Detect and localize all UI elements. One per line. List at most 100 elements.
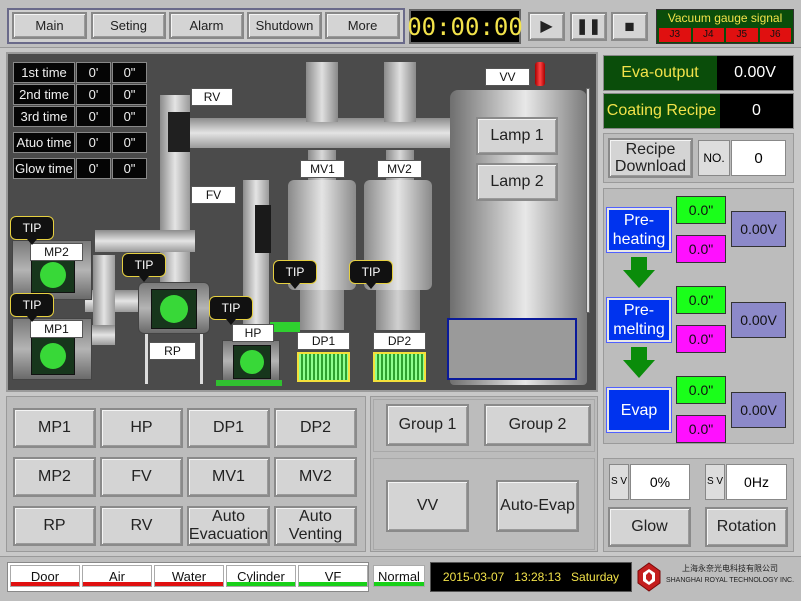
- time-min-3: 0': [76, 106, 111, 127]
- fv-tag[interactable]: FV: [191, 186, 236, 204]
- coating-recipe-value: 0: [720, 94, 793, 128]
- mp2-tag[interactable]: MP2: [30, 243, 83, 261]
- vv-tag[interactable]: VV: [485, 68, 530, 86]
- stop-button[interactable]: ■: [611, 12, 648, 41]
- mp2-button[interactable]: MP2: [13, 457, 96, 497]
- down-arrow-icon: [623, 360, 655, 378]
- arrow-stem-2: [631, 347, 647, 361]
- dp2-tag[interactable]: DP2: [373, 332, 426, 350]
- lamp1-button[interactable]: Lamp 1: [476, 117, 558, 155]
- group2-button[interactable]: Group 2: [484, 404, 591, 446]
- dp2-button[interactable]: DP2: [274, 408, 357, 448]
- dp1-tag[interactable]: DP1: [297, 332, 350, 350]
- status-normal: Normal: [373, 565, 425, 587]
- hp-tag[interactable]: HP: [232, 324, 274, 342]
- time-label-glow: Glow time: [13, 158, 75, 179]
- dp1-heater: [297, 352, 350, 382]
- rotation-button[interactable]: Rotation: [705, 507, 788, 547]
- vacuum-channel-j4: J4: [692, 28, 724, 42]
- vv-button[interactable]: VV: [386, 480, 469, 532]
- dp2-base: [376, 290, 420, 330]
- preheating-voltage: 0.00V: [731, 211, 786, 247]
- play-icon: ▶: [540, 17, 553, 35]
- rv-button[interactable]: RV: [100, 506, 183, 546]
- dp1-base: [300, 290, 344, 330]
- mp1-tag[interactable]: MP1: [30, 320, 83, 338]
- play-button[interactable]: ▶: [528, 12, 565, 41]
- hp-base: [216, 380, 282, 386]
- fv-button[interactable]: FV: [100, 457, 183, 497]
- mv1-tag[interactable]: MV1: [300, 160, 345, 178]
- eva-output-label: Eva-output: [621, 64, 699, 81]
- vv-indicator-icon: [535, 62, 545, 86]
- tip-dp2: TIP: [349, 260, 393, 289]
- mv2-button[interactable]: MV2: [274, 457, 357, 497]
- auto-venting-button[interactable]: Auto Venting: [274, 506, 357, 546]
- pause-button[interactable]: ❚❚: [570, 12, 607, 41]
- arrow-stem-1: [631, 257, 647, 271]
- down-arrow-icon: [623, 270, 655, 288]
- vacuum-gauge-panel: Vacuum gauge signal J3 J4 J5 J6: [656, 9, 794, 44]
- eva-output-panel: Eva-output 0.00V: [603, 55, 794, 91]
- hp-pump: [222, 340, 280, 382]
- auto-evacuation-button[interactable]: Auto Evacuation: [187, 506, 270, 546]
- time-label-auto: Atuo time: [13, 132, 75, 153]
- premelting-time1: 0.0": [676, 286, 726, 314]
- nav-more-button[interactable]: More: [325, 12, 400, 39]
- lamp2-button[interactable]: Lamp 2: [476, 163, 558, 201]
- time-sec-1: 0": [112, 62, 147, 83]
- hp-green-line: [270, 322, 300, 332]
- nav-setting-button[interactable]: Seting: [91, 12, 166, 39]
- fore-line-pipe: [95, 230, 195, 252]
- time-sec-auto: 0": [112, 132, 147, 153]
- evap-time2: 0.0": [676, 415, 726, 443]
- preheating-time2: 0.0": [676, 235, 726, 263]
- nav-main-button[interactable]: Main: [12, 12, 87, 39]
- nav-alarm-button[interactable]: Alarm: [169, 12, 244, 39]
- tip-rp: TIP: [122, 253, 166, 282]
- stage-premelting-button[interactable]: Pre-melting: [606, 297, 672, 343]
- dp1-button[interactable]: DP1: [187, 408, 270, 448]
- coating-recipe-label: Coating Recipe: [606, 102, 717, 119]
- hp-button[interactable]: HP: [100, 408, 183, 448]
- mp1-button[interactable]: MP1: [13, 408, 96, 448]
- status-door-indicator: [11, 582, 79, 586]
- evap-time1: 0.0": [676, 376, 726, 404]
- stage-preheating-button[interactable]: Pre-heating: [606, 207, 672, 253]
- premelting-time2: 0.0": [676, 325, 726, 353]
- recipe-no-input[interactable]: 0: [731, 140, 786, 176]
- glow-value-input[interactable]: 0%: [630, 464, 690, 500]
- stop-icon: ■: [624, 16, 635, 36]
- time-label-3: 3rd time: [13, 106, 75, 127]
- dp2-column-top: [384, 62, 416, 122]
- glow-button[interactable]: Glow: [608, 507, 691, 547]
- recipe-download-button[interactable]: Recipe Download: [608, 138, 693, 178]
- recipe-no-label: NO.: [698, 140, 730, 176]
- nav-shutdown-button[interactable]: Shutdown: [247, 12, 322, 39]
- time-sec-3: 0": [112, 106, 147, 127]
- dp2-heater: [373, 352, 426, 382]
- status-cylinder: Cylinder: [226, 565, 296, 587]
- eva-output-value: 0.00V: [717, 56, 793, 90]
- status-vf: VF: [298, 565, 368, 587]
- coating-recipe-panel: Coating Recipe 0: [603, 93, 794, 129]
- rp-tag[interactable]: RP: [149, 342, 196, 360]
- status-normal-indicator: [374, 582, 424, 586]
- stage-evap-button[interactable]: Evap: [606, 387, 672, 433]
- time-label-1: 1st time: [13, 62, 75, 83]
- rv-tag[interactable]: RV: [191, 88, 233, 106]
- rotation-value-input[interactable]: 0Hz: [726, 464, 787, 500]
- status-cylinder-indicator: [227, 582, 295, 586]
- datetime-display: 2015-03-07 13:28:13 Saturday: [430, 562, 632, 592]
- rp-fan-icon: [151, 289, 197, 329]
- auto-evap-button[interactable]: Auto-Evap: [496, 480, 579, 532]
- status-door: Door: [10, 565, 80, 587]
- time-sec-glow: 0": [112, 158, 147, 179]
- pause-icon: ❚❚: [575, 17, 602, 35]
- mp2-fan-icon: [31, 257, 75, 293]
- rp-button[interactable]: RP: [13, 506, 96, 546]
- rotation-sv-label: S V: [705, 464, 725, 500]
- mv2-tag[interactable]: MV2: [377, 160, 422, 178]
- mv1-button[interactable]: MV1: [187, 457, 270, 497]
- group1-button[interactable]: Group 1: [386, 404, 469, 446]
